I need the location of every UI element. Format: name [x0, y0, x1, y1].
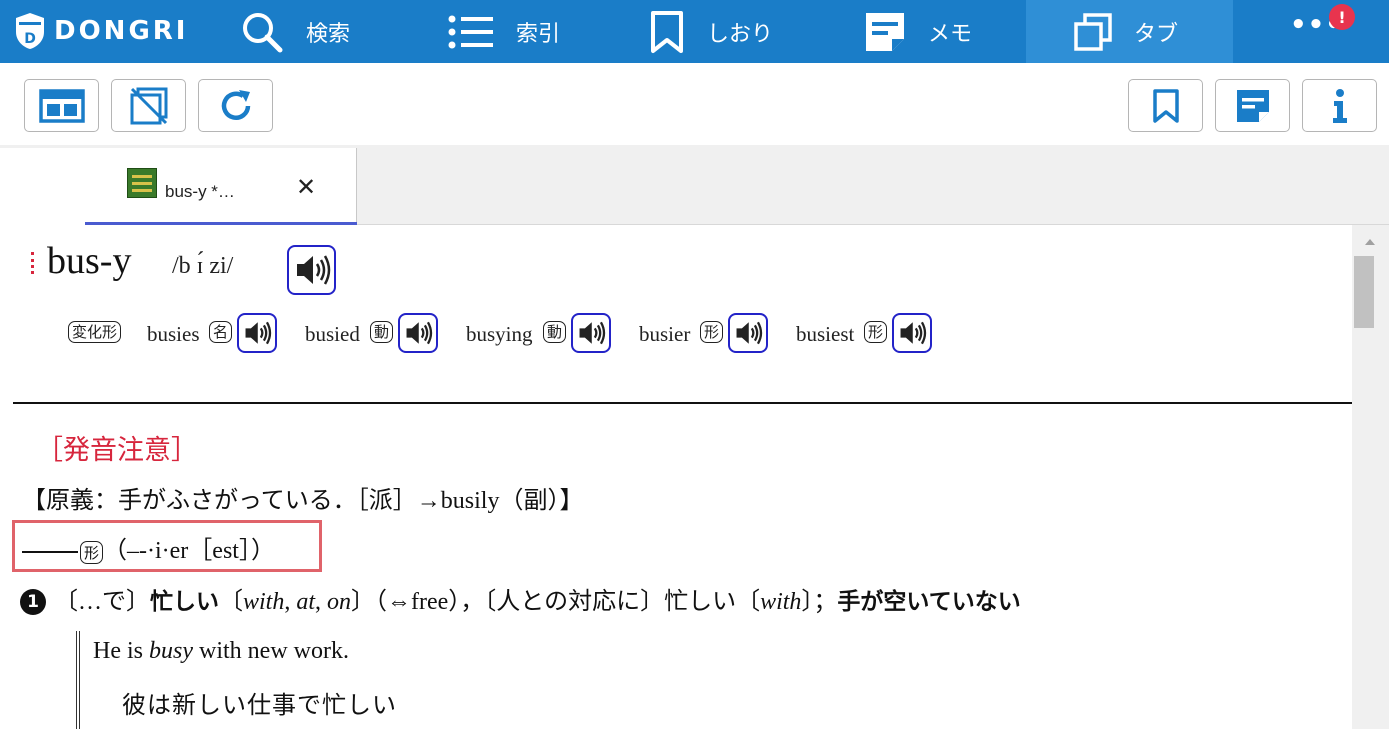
- nav-index[interactable]: 索引: [448, 0, 560, 63]
- list-icon: [448, 15, 493, 48]
- speaker-icon: [900, 321, 927, 345]
- layout-icon: [38, 88, 85, 123]
- sense-1: 1 〔…で〕忙しい〔with, at, on〕（⇔free），〔人との対応に〕忙し…: [20, 581, 1021, 616]
- headword: bus-y: [47, 240, 132, 282]
- pos-tag: 形: [80, 540, 104, 564]
- inflection-word: busies: [147, 322, 200, 346]
- preposition: with: [243, 589, 285, 615]
- refresh-button[interactable]: [198, 79, 273, 132]
- comparative-forms: （–-·i·er［est］）: [103, 538, 275, 564]
- layout-button[interactable]: [24, 79, 99, 132]
- pos-tag: 名: [209, 321, 233, 343]
- pos-tag: 動: [543, 321, 567, 343]
- sense-gloss-bold: 手が空いていない: [837, 589, 1021, 615]
- example-keyword: busy: [149, 638, 193, 664]
- bookmark-icon: [651, 10, 683, 53]
- app-logo[interactable]: D DONGRI: [14, 12, 188, 50]
- example-text: He is: [93, 638, 149, 664]
- example-english: He is busy with new work.: [93, 638, 349, 665]
- pronunciation-note: ［発音注意］: [36, 435, 198, 465]
- adjective-form-line: 形（–-·i·er［est］）: [22, 530, 275, 565]
- nav-search[interactable]: 検索: [240, 0, 350, 63]
- example-japanese: 彼は新しい仕事で忙しい: [122, 693, 397, 719]
- nav-memo[interactable]: メモ: [864, 0, 972, 63]
- search-icon: [243, 12, 283, 52]
- nav-tabs-label: タブ: [1134, 21, 1179, 47]
- inflection-word: busier: [639, 322, 691, 346]
- image-toggle-button[interactable]: [111, 79, 186, 132]
- nav-bookmark[interactable]: しおり: [649, 0, 773, 63]
- svg-text:D: D: [24, 31, 36, 47]
- nav-index-label: 索引: [516, 21, 561, 47]
- bookmark-outline-icon: [1152, 88, 1179, 123]
- no-image-icon: [130, 87, 167, 124]
- inflection-word: busied: [305, 322, 360, 346]
- nav-bookmark-label: しおり: [707, 21, 774, 47]
- scroll-thumb[interactable]: [1354, 256, 1374, 328]
- notification-badge: !: [1329, 4, 1355, 30]
- nav-search-label: 検索: [306, 21, 351, 47]
- inflection-audio-button[interactable]: [728, 313, 768, 353]
- logo-text: DONGRI: [54, 16, 189, 46]
- tab-bus-y[interactable]: bus-y *… ✕: [0, 148, 357, 225]
- inflection-audio-button[interactable]: [237, 313, 277, 353]
- speaker-icon: [245, 321, 272, 345]
- nav-memo-label: メモ: [928, 21, 973, 47]
- headword-dash: [22, 551, 78, 554]
- example-text: with new work.: [193, 638, 349, 664]
- speaker-icon: [406, 321, 433, 345]
- info-button[interactable]: [1302, 79, 1377, 132]
- sense-text: ,: [315, 589, 328, 615]
- speaker-icon: [296, 255, 330, 285]
- nav-tabs[interactable]: タブ: [1026, 0, 1233, 63]
- sense-gloss-bold: 忙しい: [150, 589, 219, 615]
- headword-audio-button[interactable]: [287, 245, 336, 295]
- example-bar: [76, 631, 80, 729]
- dictionary-entry-content: bus-y /b ɪ́ zi/ 変化形 busies 名 busied 動 bu…: [0, 225, 1352, 729]
- inflection-audio-button[interactable]: [571, 313, 611, 353]
- pos-tag: 形: [864, 321, 888, 343]
- inflection-tag: 変化形: [68, 321, 122, 343]
- top-navigation-bar: D DONGRI 検索 索引 しおり メモ タブ ••• !: [0, 0, 1389, 63]
- bookmark-button[interactable]: [1128, 79, 1203, 132]
- speaker-icon: [579, 321, 606, 345]
- inflection-word: busying: [466, 322, 533, 346]
- tabs-icon: [1074, 12, 1112, 51]
- pos-tag: 形: [700, 321, 724, 343]
- tab-close-icon[interactable]: ✕: [296, 173, 316, 201]
- section-divider: [13, 402, 1352, 404]
- memo-icon: [866, 12, 904, 51]
- pos-tag: 動: [370, 321, 394, 343]
- info-icon: [1332, 88, 1347, 123]
- importance-mark: [31, 252, 34, 274]
- inflection-word: busiest: [796, 322, 855, 346]
- sense-text: 〔…で〕: [54, 589, 150, 615]
- dictionary-thumbnail-icon: [127, 168, 157, 198]
- etymology-line: 【原義：手がふさがっている．［派］→busily（副）】: [22, 488, 584, 514]
- speaker-icon: [736, 321, 763, 345]
- preposition: with: [760, 589, 802, 615]
- sense-text: 〕（⇔free），〔人との対応に〕忙しい〔: [351, 589, 761, 615]
- scroll-up-arrow-icon[interactable]: [1365, 239, 1375, 245]
- sense-text: 〕；: [801, 589, 838, 615]
- tab-strip: bus-y *… ✕: [0, 145, 1389, 225]
- sense-text: ,: [284, 589, 297, 615]
- toolbar: [0, 63, 1389, 145]
- shield-logo-icon: D: [16, 13, 44, 49]
- memo-icon: [1236, 89, 1269, 122]
- sense-number: 1: [20, 589, 46, 615]
- preposition: at: [296, 589, 316, 615]
- preposition: on: [327, 589, 352, 615]
- tab-label: bus-y *…: [165, 182, 235, 201]
- refresh-icon: [221, 89, 250, 120]
- sense-text: 〔: [219, 589, 243, 615]
- inflection-audio-button[interactable]: [892, 313, 932, 353]
- vertical-scrollbar[interactable]: [1352, 225, 1389, 729]
- inflection-audio-button[interactable]: [398, 313, 438, 353]
- memo-button[interactable]: [1215, 79, 1290, 132]
- pronunciation: /b ɪ́ zi/: [172, 253, 234, 279]
